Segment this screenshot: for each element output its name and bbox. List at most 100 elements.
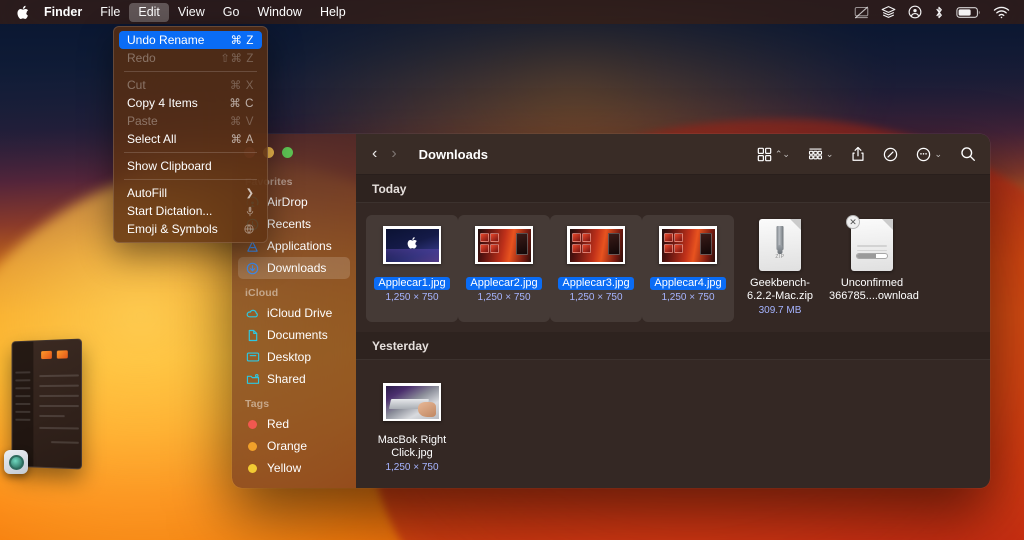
dock-app-icon[interactable] (4, 450, 28, 474)
file-meta: 1,250 × 750 (385, 461, 438, 474)
group-header-yesterday[interactable]: Yesterday (356, 332, 990, 360)
file-name[interactable]: Applecar2.jpg (466, 277, 541, 290)
menu-item-select-all[interactable]: Select All ⌘ A (119, 130, 262, 148)
file-item[interactable]: ZIP Geekbench-6.2.2-Mac.zip 309.7 MB (734, 215, 826, 322)
sidebar-label: Desktop (267, 350, 311, 364)
apple-logo-icon[interactable] (9, 5, 35, 20)
file-name[interactable]: MacBok Right Click.jpg (369, 434, 455, 460)
menu-item-autofill[interactable]: AutoFill ❯ (119, 184, 262, 202)
menubar-item-file[interactable]: File (91, 3, 129, 22)
file-item[interactable]: Applecar4.jpg 1,250 × 750 (642, 215, 734, 322)
menu-separator (124, 152, 257, 153)
file-name[interactable]: Unconfirmed 366785....ownload (829, 277, 915, 303)
menubar-item-view[interactable]: View (169, 3, 214, 22)
bluetooth-icon[interactable] (934, 5, 944, 20)
sidebar-label: Shared (267, 372, 306, 386)
sidebar-label: AirDrop (267, 195, 308, 209)
menu-item-label: Paste (127, 114, 230, 128)
thumbnail-line (15, 411, 30, 413)
menubar-item-edit[interactable]: Edit (129, 3, 169, 22)
file-list[interactable]: Today Applecar1.jpg 1,250 × 750 (356, 175, 990, 488)
menu-item-emoji-symbols[interactable]: Emoji & Symbols (119, 220, 262, 238)
menu-item-show-clipboard[interactable]: Show Clipboard (119, 157, 262, 175)
battery-icon[interactable] (956, 6, 981, 19)
shared-folder-icon (245, 373, 260, 385)
file-item[interactable]: ✕ Unconfirmed 366785....ownload (826, 215, 918, 322)
sidebar-item-shared[interactable]: Shared (238, 368, 350, 390)
control-center-icon[interactable] (908, 5, 922, 19)
file-meta: 1,250 × 750 (569, 291, 622, 304)
menubar-status-area (854, 5, 1014, 20)
sidebar-item-downloads[interactable]: Downloads (238, 257, 350, 279)
finder-toolbar[interactable]: ‹ › Downloads ⌃⌄ (356, 134, 990, 175)
sidebar-item-tag-orange[interactable]: Orange (238, 435, 350, 457)
toolbar-buttons[interactable]: ⌃⌄ ⌄ (757, 146, 976, 162)
wifi-icon[interactable] (993, 6, 1010, 19)
menu-item-shortcut: ⌘ C (229, 96, 254, 110)
icon-view-button[interactable]: ⌃⌄ (757, 147, 790, 162)
menu-item-copy[interactable]: Copy 4 Items ⌘ C (119, 94, 262, 112)
sidebar-item-desktop[interactable]: Desktop (238, 346, 350, 368)
file-thumbnail (381, 219, 443, 271)
tags-button[interactable] (883, 147, 898, 162)
thumbnail-line (39, 427, 79, 430)
menubar-item-help[interactable]: Help (311, 3, 355, 22)
share-button[interactable] (851, 146, 865, 162)
sidebar-label: Downloads (267, 261, 326, 275)
menubar-item-window[interactable]: Window (248, 3, 310, 22)
view-chevron-icon[interactable]: ⌃⌄ (775, 149, 790, 160)
chevron-down-icon[interactable]: ⌄ (934, 149, 942, 160)
emoji-globe-icon (244, 224, 254, 234)
file-name[interactable]: Applecar3.jpg (558, 277, 633, 290)
sidebar-item-icloud-drive[interactable]: iCloud Drive (238, 302, 350, 324)
file-item[interactable]: Applecar3.jpg 1,250 × 750 (550, 215, 642, 322)
finder-window[interactable]: Favorites AirDrop Recents (232, 134, 990, 488)
sidebar-item-tag-red[interactable]: Red (238, 413, 350, 435)
sidebar-item-tag-yellow[interactable]: Yellow (238, 457, 350, 479)
menubar-item-go[interactable]: Go (214, 3, 249, 22)
edit-dropdown-menu[interactable]: Undo Rename ⌘ Z Redo ⇧⌘ Z Cut ⌘ X Copy 4… (113, 26, 268, 243)
forward-button[interactable]: › (391, 146, 396, 162)
thumbnail-line (15, 371, 30, 373)
zoom-button[interactable] (282, 147, 293, 158)
back-button[interactable]: ‹ (372, 146, 377, 162)
file-name[interactable]: Geekbench-6.2.2-Mac.zip (737, 277, 823, 303)
chevron-down-icon[interactable]: ⌄ (826, 149, 834, 160)
screen-mirroring-off-icon[interactable] (854, 6, 869, 19)
cloud-icon (245, 307, 260, 320)
thumbnail-line (39, 415, 65, 417)
group-by-button[interactable]: ⌄ (808, 147, 834, 162)
tag-dot-icon (245, 442, 260, 451)
menu-item-label: Undo Rename (127, 33, 230, 47)
menu-item-label: Start Dictation... (127, 204, 246, 218)
thumbnail-line (15, 395, 30, 397)
thumbnail-line (39, 385, 79, 387)
menu-item-paste[interactable]: Paste ⌘ V (119, 112, 262, 130)
menu-item-cut[interactable]: Cut ⌘ X (119, 76, 262, 94)
file-row-yesterday: MacBok Right Click.jpg 1,250 × 750 (356, 360, 990, 488)
downloads-icon (245, 262, 260, 275)
cancel-download-icon[interactable]: ✕ (846, 215, 860, 229)
more-actions-button[interactable]: ⌄ (916, 147, 942, 162)
thumbnail-line (15, 387, 30, 389)
menubar-item-finder[interactable]: Finder (35, 3, 91, 22)
search-icon[interactable] (960, 146, 976, 162)
sidebar-heading-tags: Tags (232, 390, 356, 413)
displays-stack-icon[interactable] (881, 5, 896, 19)
file-name[interactable]: Applecar4.jpg (650, 277, 725, 290)
tag-dot-icon (245, 420, 260, 429)
file-name[interactable]: Applecar1.jpg (374, 277, 449, 290)
menu-item-label: Redo (127, 51, 220, 65)
macos-menu-bar[interactable]: Finder File Edit View Go Window Help (0, 0, 1024, 24)
menu-item-start-dictation[interactable]: Start Dictation... (119, 202, 262, 220)
file-item[interactable]: MacBok Right Click.jpg 1,250 × 750 (366, 372, 458, 479)
thumbnail-line (39, 374, 79, 377)
file-item[interactable]: Applecar2.jpg 1,250 × 750 (458, 215, 550, 322)
file-item[interactable]: Applecar1.jpg 1,250 × 750 (366, 215, 458, 322)
menu-item-redo[interactable]: Redo ⇧⌘ Z (119, 49, 262, 67)
group-header-today[interactable]: Today (356, 175, 990, 203)
navigation-buttons[interactable]: ‹ › (372, 146, 397, 162)
menu-separator (124, 71, 257, 72)
sidebar-item-documents[interactable]: Documents (238, 324, 350, 346)
menu-item-undo-rename[interactable]: Undo Rename ⌘ Z (119, 31, 262, 49)
